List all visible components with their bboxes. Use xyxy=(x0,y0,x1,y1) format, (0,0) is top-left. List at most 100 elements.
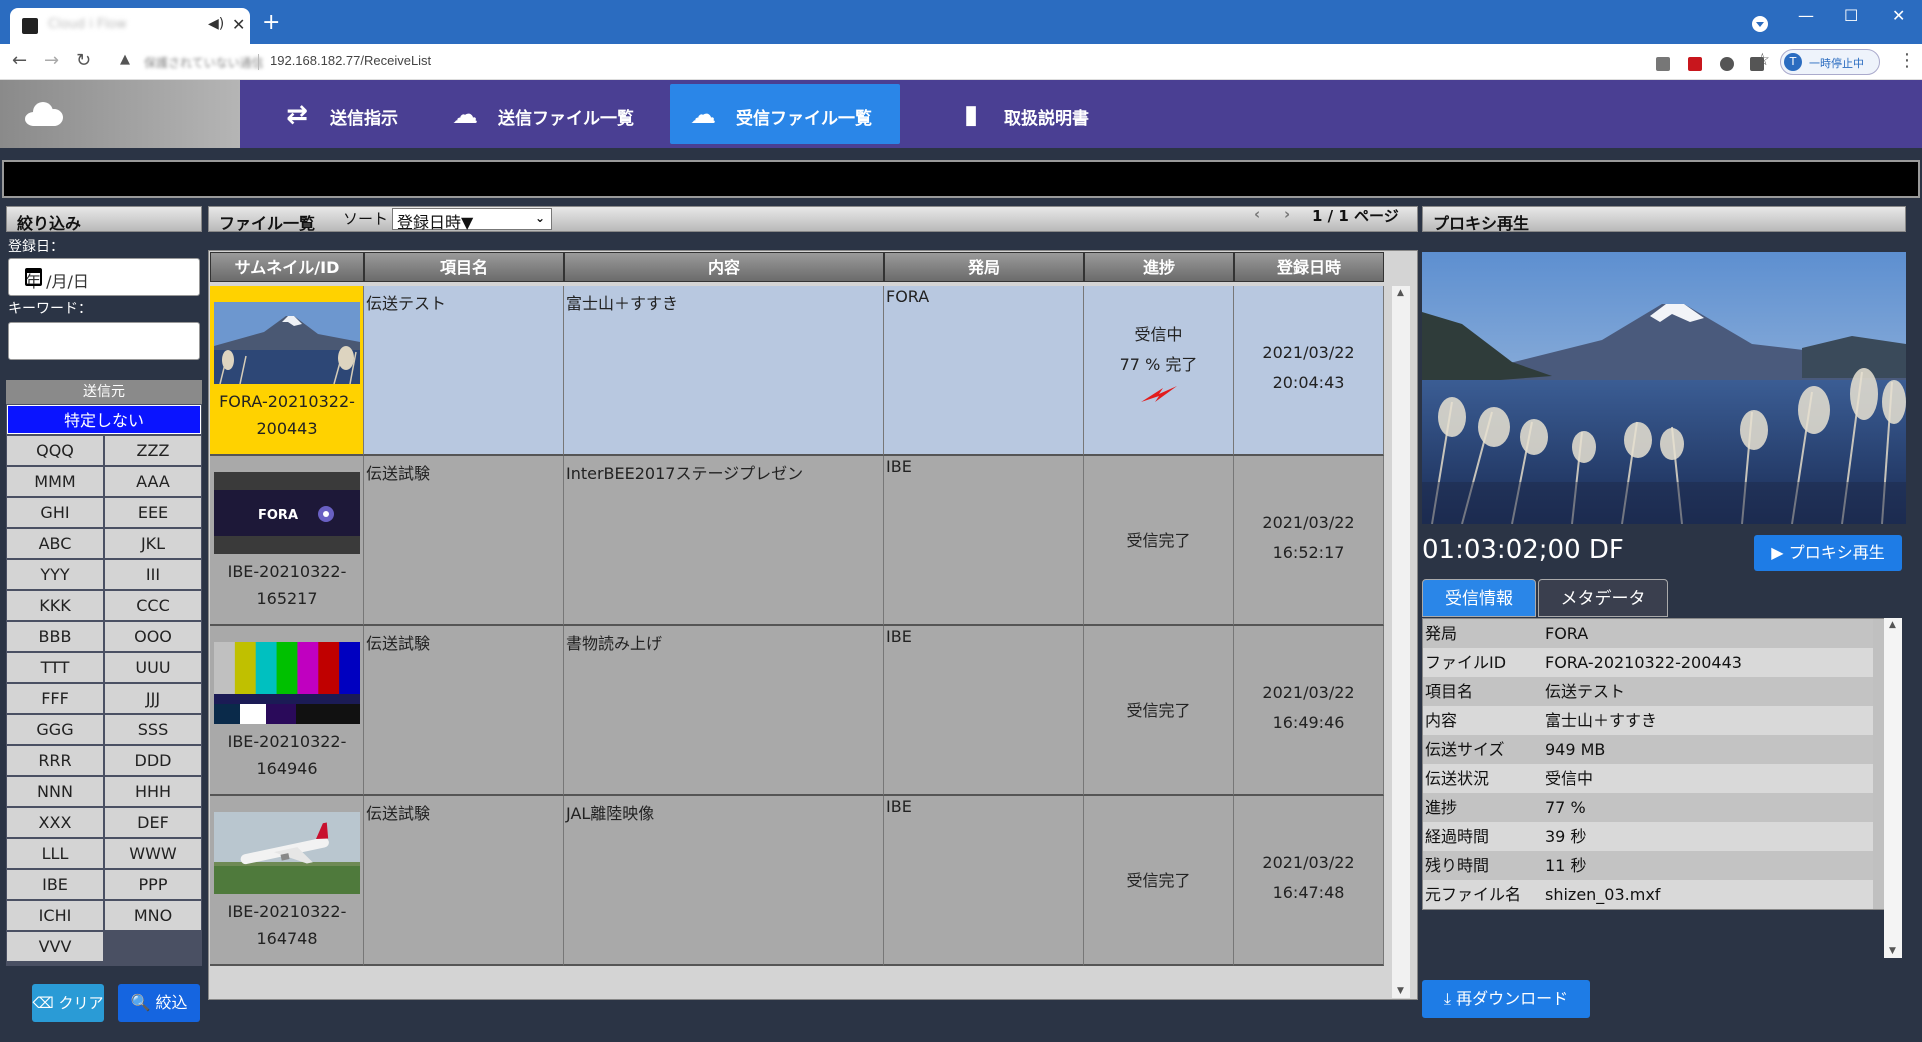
scroll-up-icon[interactable]: ▲ xyxy=(1397,288,1404,298)
source-item[interactable]: MMM xyxy=(7,467,103,496)
reading-list-icon[interactable] xyxy=(1750,57,1764,71)
clear-button[interactable]: ⌫ クリア xyxy=(32,984,104,1022)
address-separator xyxy=(258,54,259,70)
tab-receive-info[interactable]: 受信情報 xyxy=(1422,579,1536,617)
next-page-icon[interactable]: › xyxy=(1284,205,1290,223)
table-row[interactable]: FORA-20210322- 200443 伝送テスト 富士山＋すすき FORA 受信中 7… xyxy=(210,286,1385,456)
info-value: 富士山＋すすき xyxy=(1545,711,1658,730)
source-item[interactable]: SSS xyxy=(105,715,201,744)
table-row[interactable]: FORA IBE-20210322- 165217 伝送試験 InterBEE2017ス… xyxy=(210,456,1385,626)
extensions-puzzle-icon[interactable] xyxy=(1720,57,1734,71)
scroll-down-icon[interactable]: ▼ xyxy=(1889,946,1896,956)
column-header[interactable]: 発局 xyxy=(884,252,1084,282)
redownload-button[interactable]: ⤓ 再ダウンロード xyxy=(1422,980,1590,1018)
table-row[interactable]: IBE-20210322- 164946 伝送試験 書物読み上げ IBE 受信完了 2021… xyxy=(210,626,1385,796)
nav-received-files[interactable]: ☁ 受信ファイル一覧 xyxy=(670,84,900,144)
back-icon[interactable]: ← xyxy=(12,50,27,71)
source-all-button[interactable]: 特定しない xyxy=(7,405,201,434)
proxy-preview-video[interactable] xyxy=(1422,252,1906,524)
thumbnail-image[interactable] xyxy=(214,812,360,894)
pdf-extension-icon[interactable] xyxy=(1688,57,1702,71)
source-item[interactable]: NNN xyxy=(7,777,103,806)
new-tab-icon[interactable]: + xyxy=(262,10,280,35)
date-input[interactable]: 年 /月/日 xyxy=(8,258,200,296)
source-item[interactable]: JJJ xyxy=(105,684,201,713)
filter-button[interactable]: 🔍 絞込 xyxy=(118,984,200,1022)
maximize-icon[interactable]: ☐ xyxy=(1844,6,1858,25)
source-item[interactable]: RRR xyxy=(7,746,103,775)
source-item[interactable]: GGG xyxy=(7,715,103,744)
proxy-play-button[interactable]: ▶ プロキシ再生 xyxy=(1754,535,1902,571)
source-item[interactable]: MNO xyxy=(105,901,201,930)
nav-send-instruction[interactable]: ⇄ 送信指示 xyxy=(264,84,424,144)
minimize-icon[interactable]: — xyxy=(1798,6,1814,25)
content-cell: 書物読み上げ xyxy=(564,626,884,796)
source-item[interactable]: BBB xyxy=(7,622,103,651)
transfer-bolt-icon xyxy=(1084,382,1233,416)
source-item[interactable]: IBE xyxy=(7,870,103,899)
source-item[interactable]: XXX xyxy=(7,808,103,837)
source-item[interactable]: HHH xyxy=(105,777,201,806)
profile-button[interactable]: T 一時停止中 xyxy=(1780,49,1880,75)
browser-tab[interactable]: Cloud i Flow ◀) ✕ xyxy=(10,8,250,44)
column-header[interactable]: サムネイル/ID xyxy=(210,252,364,282)
window-close-icon[interactable]: ✕ xyxy=(1892,6,1905,25)
column-header[interactable]: 登録日時 xyxy=(1234,252,1384,282)
scroll-up-icon[interactable]: ▲ xyxy=(1889,620,1896,630)
forward-icon[interactable]: → xyxy=(44,50,59,71)
speaker-icon[interactable]: ◀) xyxy=(208,16,224,32)
source-item[interactable]: DDD xyxy=(105,746,201,775)
sort-select[interactable]: 登録日時▼ ⌄ xyxy=(392,208,552,232)
thumbnail-image[interactable] xyxy=(214,302,360,384)
source-item[interactable]: LLL xyxy=(7,839,103,868)
nav-sent-files[interactable]: ☁ 送信ファイル一覧 xyxy=(432,84,662,144)
file-list-scrollbar[interactable]: ▲ ▼ xyxy=(1392,286,1410,998)
browser-menu-icon[interactable]: ⋮ xyxy=(1898,50,1916,71)
progress-status: 受信完了 xyxy=(1126,531,1191,550)
info-value: 受信中 xyxy=(1545,769,1594,788)
source-item[interactable]: PPP xyxy=(105,870,201,899)
tab-metadata[interactable]: メタデータ xyxy=(1538,579,1668,617)
source-item[interactable]: ZZZ xyxy=(105,436,201,465)
info-scrollbar[interactable]: ▲ ▼ xyxy=(1884,618,1902,958)
thumbnail-image[interactable] xyxy=(214,642,360,724)
reload-icon[interactable]: ↻ xyxy=(76,50,91,71)
source-item[interactable]: GHI xyxy=(7,498,103,527)
source-item[interactable]: KKK xyxy=(7,591,103,620)
column-header[interactable]: 内容 xyxy=(564,252,884,282)
column-header[interactable]: 進捗 xyxy=(1084,252,1234,282)
source-item[interactable]: YYY xyxy=(7,560,103,589)
warning-icon: ▲ xyxy=(120,52,130,67)
nav-manual[interactable]: ▮ 取扱説明書 xyxy=(938,84,1128,144)
info-row: 伝送サイズ 949 MB xyxy=(1423,735,1873,764)
source-item[interactable]: III xyxy=(105,560,201,589)
calendar-icon[interactable] xyxy=(25,268,42,286)
prev-page-icon[interactable]: ‹ xyxy=(1254,205,1260,223)
table-row[interactable]: IBE-20210322- 164748 伝送試験 JAL離陸映像 IBE 受信完了 202… xyxy=(210,796,1385,966)
source-item[interactable]: TTT xyxy=(7,653,103,682)
source-item[interactable]: FFF xyxy=(7,684,103,713)
source-item[interactable]: CCC xyxy=(105,591,201,620)
source-item[interactable]: ABC xyxy=(7,529,103,558)
source-item[interactable]: OOO xyxy=(105,622,201,651)
close-tab-icon[interactable]: ✕ xyxy=(232,15,245,34)
keyword-input[interactable] xyxy=(8,322,200,360)
thumbnail-image[interactable]: FORA xyxy=(214,472,360,554)
register-date: 2021/03/22 xyxy=(1262,343,1355,362)
source-item[interactable]: JKL xyxy=(105,529,201,558)
profile-menu-icon[interactable] xyxy=(1752,16,1768,32)
source-item[interactable]: VVV xyxy=(7,932,103,961)
address-bar[interactable]: ▲ 保護されていない通信 192.168.182.77/ReceiveList … xyxy=(110,49,1780,75)
source-item[interactable]: ICHI xyxy=(7,901,103,930)
app-logo[interactable] xyxy=(0,80,240,148)
source-item[interactable]: WWW xyxy=(105,839,201,868)
source-item[interactable]: EEE xyxy=(105,498,201,527)
scroll-down-icon[interactable]: ▼ xyxy=(1397,986,1404,996)
column-header[interactable]: 項目名 xyxy=(364,252,564,282)
source-item[interactable]: AAA xyxy=(105,467,201,496)
cast-icon[interactable] xyxy=(1656,57,1670,71)
sort-label: ソート xyxy=(343,210,389,228)
source-item[interactable]: DEF xyxy=(105,808,201,837)
source-item[interactable]: UUU xyxy=(105,653,201,682)
source-item[interactable]: QQQ xyxy=(7,436,103,465)
